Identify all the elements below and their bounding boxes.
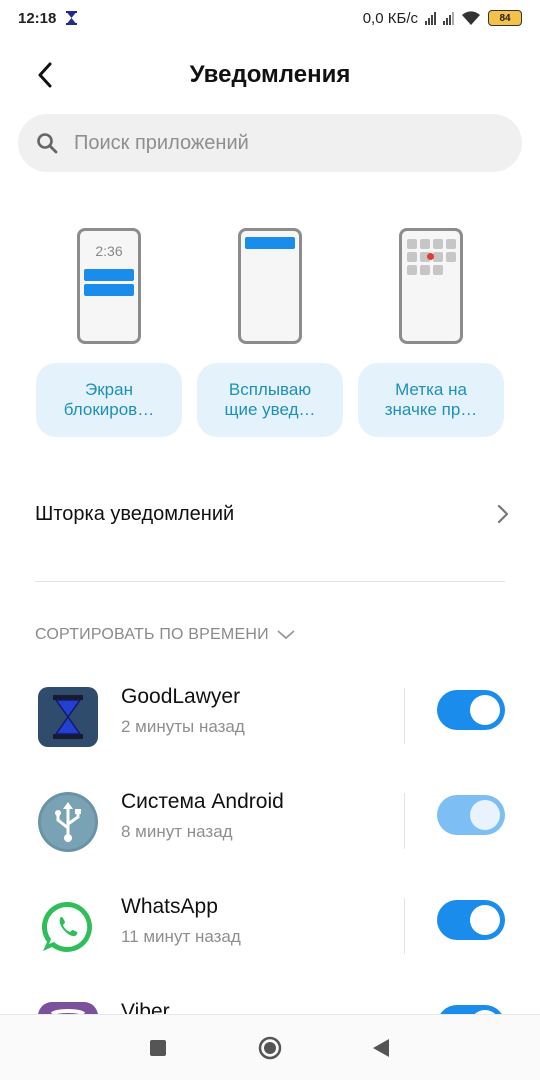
app-icon-badge-label: Метка на значке пр…: [384, 380, 478, 419]
usb-icon: [38, 792, 98, 852]
lock-screen-label: Экран блокиров…: [63, 380, 155, 419]
search-icon: [37, 133, 58, 154]
signal-icon: [443, 11, 454, 25]
app-row-whatsapp[interactable]: WhatsApp 11 минут назад: [0, 891, 540, 991]
app-row-android-system[interactable]: Система Android 8 минут назад: [0, 786, 540, 886]
notification-shade-item[interactable]: Шторка уведомлений: [35, 484, 510, 544]
recents-button[interactable]: [143, 1033, 173, 1063]
notification-toggle[interactable]: [437, 795, 505, 835]
lock-screen-button[interactable]: Экран блокиров…: [36, 363, 182, 437]
notification-toggle[interactable]: [437, 900, 505, 940]
floating-notifications-label: Всплываю щие увед…: [224, 380, 316, 419]
badge-dot: [427, 253, 434, 260]
status-time: 12:18: [18, 9, 57, 27]
separator: [404, 793, 405, 849]
separator: [404, 688, 405, 744]
hourglass-icon: [38, 687, 98, 747]
back-nav-button[interactable]: [366, 1033, 396, 1063]
signal-icon: [425, 11, 436, 25]
notification-shade-label: Шторка уведомлений: [35, 502, 235, 525]
app-header: Уведомления: [0, 50, 540, 100]
floating-notifications-button[interactable]: Всплываю щие увед…: [197, 363, 343, 437]
back-button[interactable]: [28, 58, 62, 92]
wifi-icon: [462, 10, 480, 25]
navigation-bar: [0, 1014, 540, 1080]
app-name: Система Android: [121, 790, 284, 813]
divider: [35, 581, 505, 582]
floating-preview: [238, 228, 302, 344]
back-triangle-icon: [373, 1039, 389, 1057]
chevron-right-icon: [497, 504, 509, 524]
chevron-left-icon: [38, 62, 52, 88]
home-button[interactable]: [255, 1033, 285, 1063]
app-name: WhatsApp: [121, 895, 218, 918]
battery-icon: 84: [488, 10, 522, 26]
notification-toggle[interactable]: [437, 690, 505, 730]
badge-preview: [399, 228, 463, 344]
separator: [404, 898, 405, 954]
app-icon-badge-button[interactable]: Метка на значке пр…: [358, 363, 504, 437]
preview-clock: 2:36: [95, 243, 123, 259]
app-name: GoodLawyer: [121, 685, 241, 708]
search-input[interactable]: [74, 131, 494, 155]
hourglass-icon: [66, 11, 78, 25]
home-circle-icon: [258, 1036, 282, 1060]
page-title: Уведомления: [189, 61, 351, 88]
app-time: 8 минут назад: [121, 822, 233, 841]
recents-square-icon: [150, 1040, 166, 1056]
lock-screen-preview: 2:36: [77, 228, 141, 344]
battery-level: 84: [499, 12, 511, 24]
chevron-down-icon: [277, 630, 295, 640]
sort-dropdown[interactable]: СОРТИРОВАТЬ ПО ВРЕМЕНИ: [35, 626, 295, 644]
app-time: 2 минуты назад: [121, 717, 245, 736]
status-bar: 12:18 0,0 КБ/с 84: [0, 0, 540, 36]
sort-label: СОРТИРОВАТЬ ПО ВРЕМЕНИ: [35, 626, 269, 643]
notification-styles: 2:36 Экран блокиров… Всплываю щие увед… …: [0, 225, 540, 445]
search-bar[interactable]: [18, 114, 522, 172]
app-time: 11 минут назад: [121, 927, 241, 946]
app-row-goodlawyer[interactable]: GoodLawyer 2 минуты назад: [0, 681, 540, 781]
whatsapp-icon: [39, 898, 97, 956]
network-speed: 0,0 КБ/с: [362, 9, 418, 27]
